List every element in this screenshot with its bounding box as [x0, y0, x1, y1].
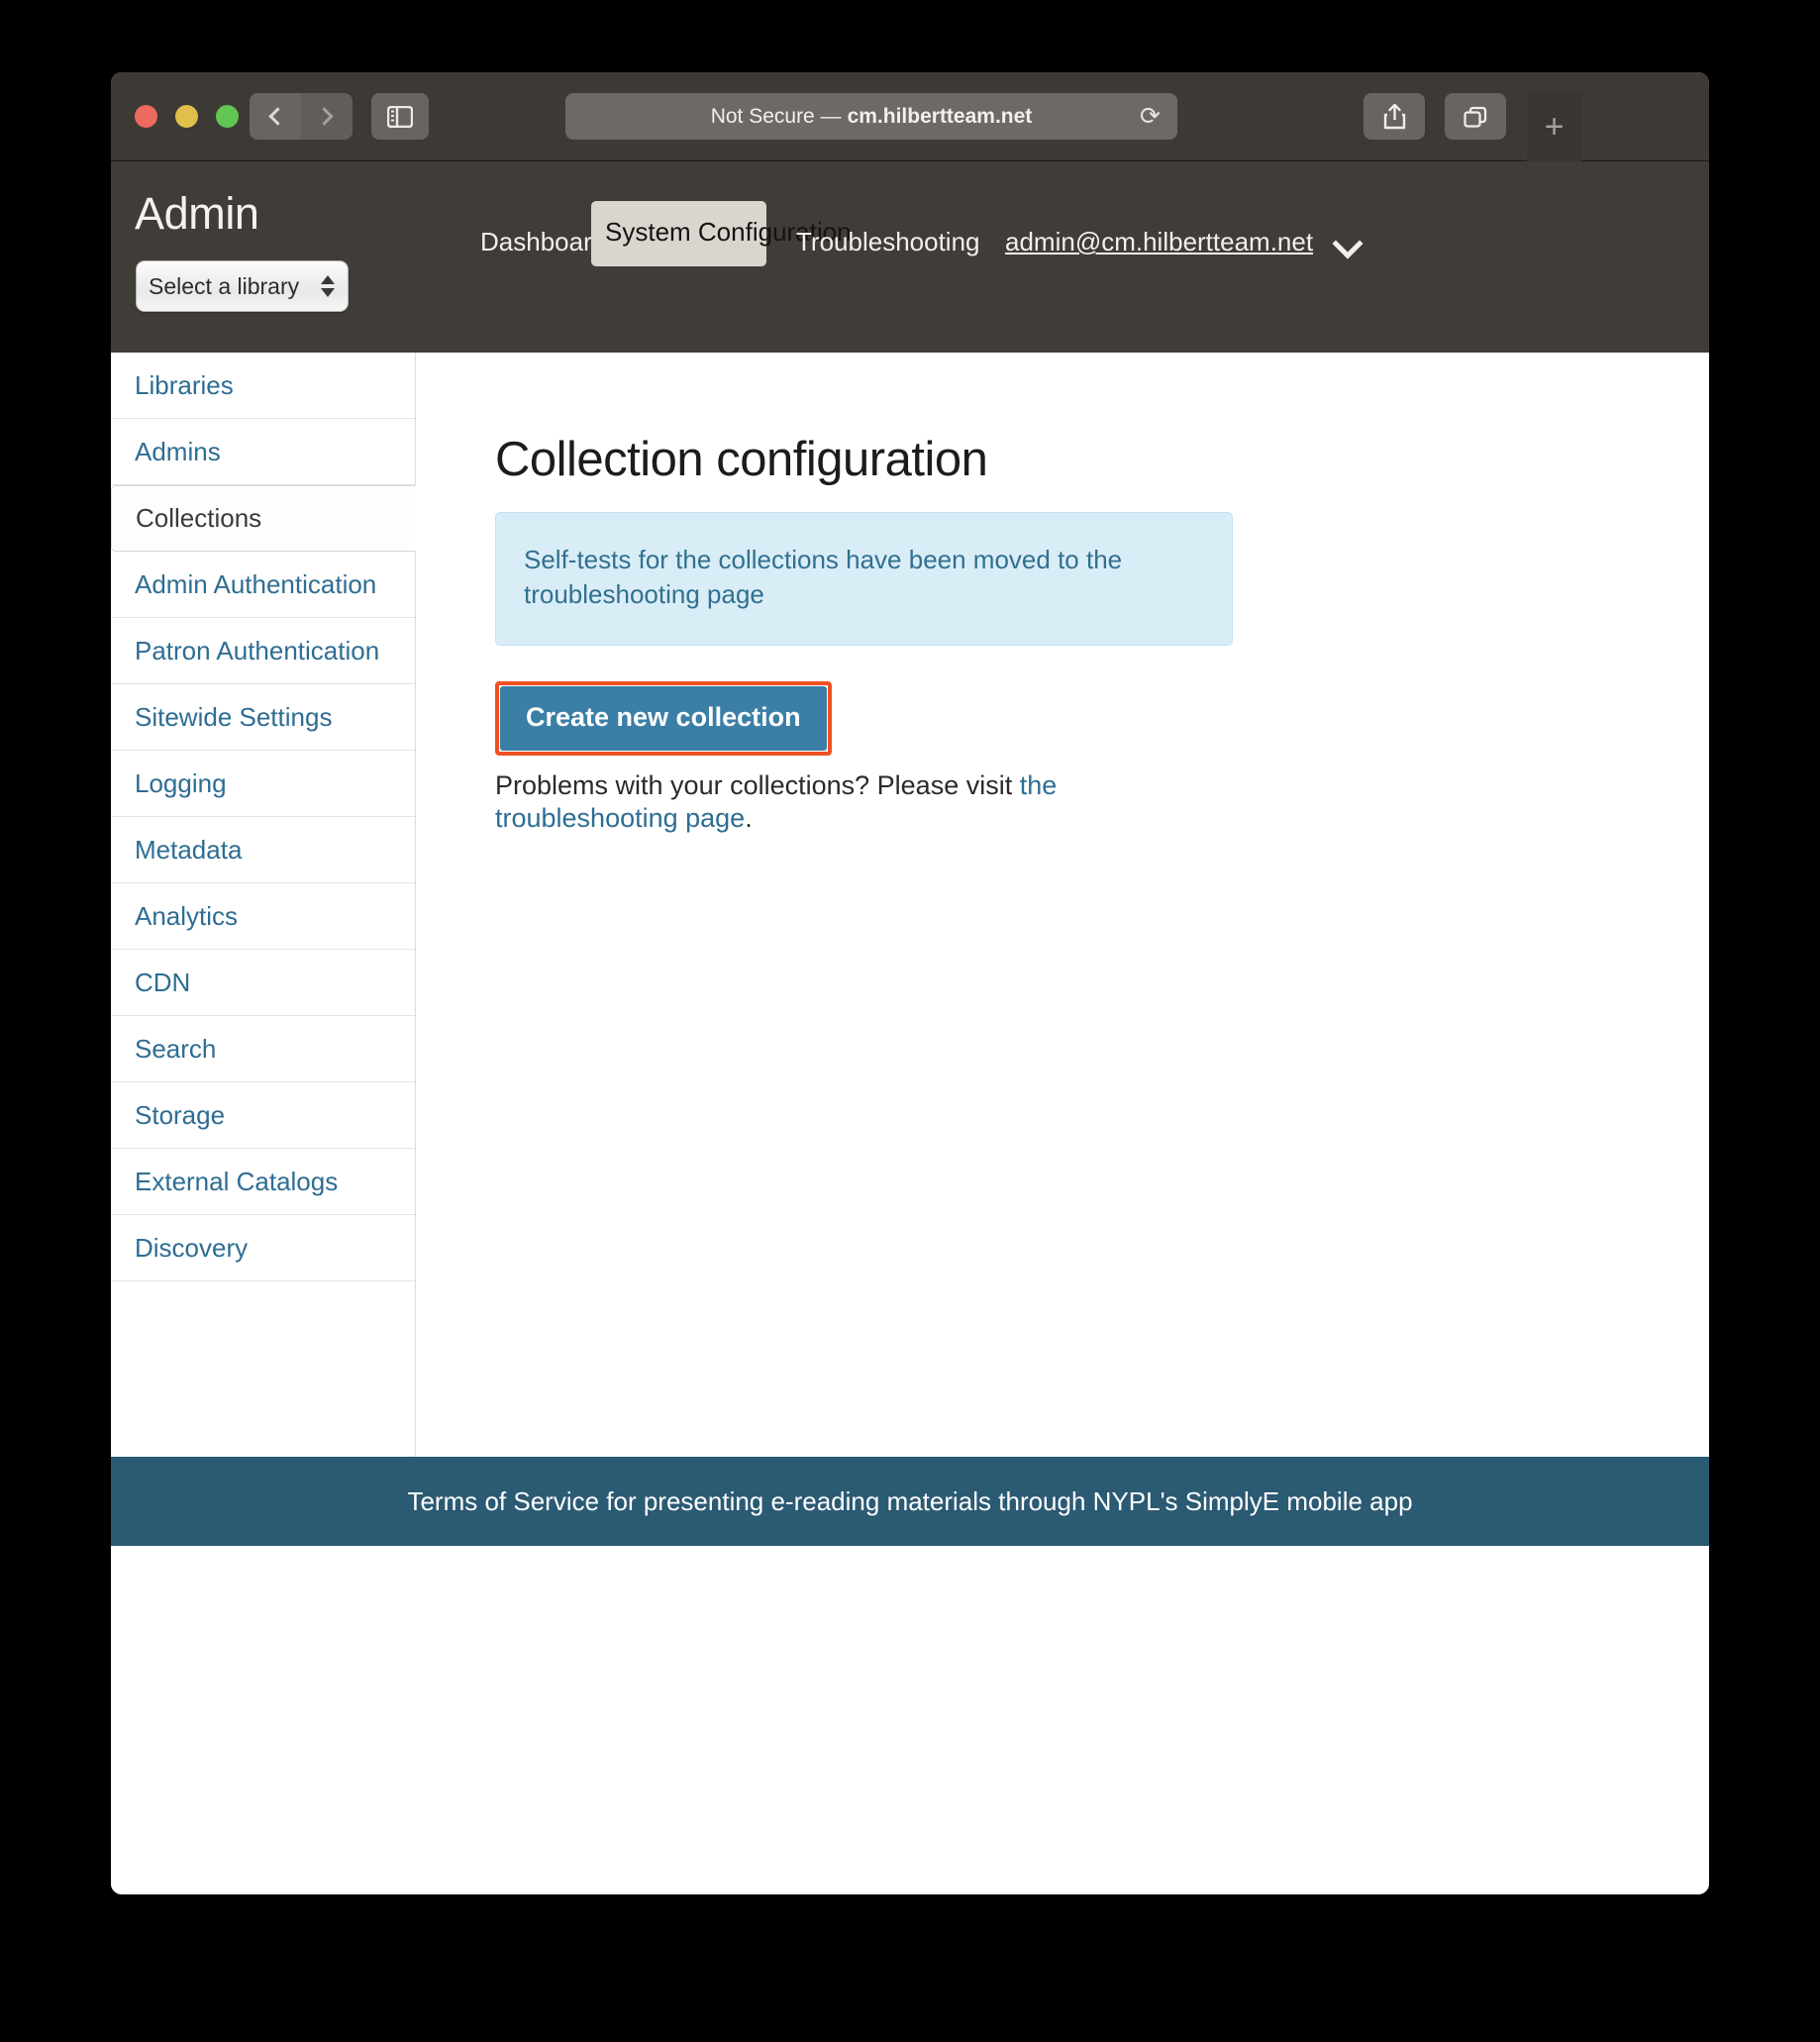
page-blank-area — [111, 1546, 1709, 1894]
sidebar-item-admin-authentication[interactable]: Admin Authentication — [111, 552, 415, 618]
new-tab-label: + — [1544, 108, 1565, 146]
sidebar-item-label: Patron Authentication — [135, 635, 380, 665]
nav-item-system-configuration[interactable]: System Configuration — [591, 201, 852, 267]
help-text-suffix: . — [745, 803, 753, 834]
sidebar-item-collections[interactable]: Collections — [111, 485, 416, 552]
library-select-value: Select a library — [149, 272, 300, 299]
page-title: Collection configuration — [495, 433, 988, 486]
forward-button[interactable] — [301, 93, 353, 140]
sidebar-item-label: Metadata — [135, 834, 243, 865]
sidebar-item-label: Admins — [135, 436, 221, 466]
sidebar-item-analytics[interactable]: Analytics — [111, 883, 415, 950]
close-window-button[interactable] — [135, 105, 157, 128]
sidebar-item-libraries[interactable]: Libraries — [111, 353, 415, 419]
sidebar-item-discovery[interactable]: Discovery — [111, 1215, 415, 1281]
tab-overview-button[interactable] — [1445, 93, 1506, 140]
sidebar-item-label: CDN — [135, 967, 191, 997]
sidebar-item-label: Discovery — [135, 1232, 249, 1263]
nav-item-troubleshooting[interactable]: Troubleshooting — [796, 227, 980, 257]
sidebar-item-sitewide-settings[interactable]: Sitewide Settings — [111, 684, 415, 751]
info-alert: Self-tests for the collections have been… — [495, 512, 1233, 646]
nav-item-account[interactable]: admin@cm.hilbertteam.net — [1005, 227, 1313, 257]
help-text-prefix: Problems with your collections? Please v… — [495, 769, 1020, 800]
sidebar-item-patron-authentication[interactable]: Patron Authentication — [111, 618, 415, 684]
sidebar-item-label: Storage — [135, 1099, 226, 1130]
browser-toolbar: Not Secure — cm.hilbertteam.net ⟳ + — [111, 72, 1709, 161]
sidebar-item-storage[interactable]: Storage — [111, 1082, 415, 1149]
nav-item-dashboard[interactable]: Dashboard — [480, 227, 606, 257]
new-tab-button[interactable]: + — [1527, 93, 1581, 161]
create-collection-highlight: Create new collection — [495, 680, 832, 756]
sidebar-item-label: Analytics — [135, 900, 239, 931]
sidebar-item-admins[interactable]: Admins — [111, 419, 415, 485]
sidebar-toggle-icon — [387, 105, 413, 128]
share-button[interactable] — [1364, 93, 1425, 140]
zoom-window-button[interactable] — [216, 105, 239, 128]
sidebar-item-label: Sitewide Settings — [135, 701, 333, 732]
sidebar-item-label: Collections — [136, 503, 262, 533]
share-icon — [1383, 103, 1405, 130]
sidebar-item-external-catalogs[interactable]: External Catalogs — [111, 1149, 415, 1215]
footer-terms-text: Terms of Service for presenting e-readin… — [407, 1485, 1413, 1516]
main-navigation: Dashboard System Configuration Troublesh… — [477, 161, 1709, 353]
sidebar-item-label: External Catalogs — [135, 1166, 339, 1196]
tab-overview-icon — [1464, 106, 1487, 128]
address-bar[interactable]: Not Secure — cm.hilbertteam.net ⟳ — [565, 93, 1177, 140]
sidebar-item-label: Search — [135, 1033, 217, 1064]
sidebar-item-cdn[interactable]: CDN — [111, 950, 415, 1016]
sidebar-item-metadata[interactable]: Metadata — [111, 817, 415, 883]
app-footer: Terms of Service for presenting e-readin… — [111, 1457, 1709, 1546]
sidebar-item-label: Admin Authentication — [135, 568, 377, 599]
chevron-right-icon — [315, 107, 334, 126]
info-alert-text: Self-tests for the collections have been… — [524, 545, 1123, 610]
window-traffic-lights — [135, 105, 239, 128]
help-text: Problems with your collections? Please v… — [495, 769, 1208, 837]
library-select[interactable]: Select a library — [136, 260, 349, 312]
stepper-updown-icon — [321, 275, 335, 297]
back-button[interactable] — [250, 93, 301, 140]
sidebar-navigation: Libraries Admins Collections Admin Authenti… — [111, 353, 416, 1457]
app-header: Admin Select a library Dashboard System … — [111, 161, 1709, 353]
sidebar-toggle-button[interactable] — [371, 93, 429, 140]
chevron-left-icon — [268, 107, 287, 126]
browser-window: Not Secure — cm.hilbertteam.net ⟳ + Admi… — [111, 72, 1709, 1894]
app-brand-title: Admin — [135, 188, 259, 239]
reload-icon[interactable]: ⟳ — [1140, 104, 1161, 129]
minimize-window-button[interactable] — [175, 105, 198, 128]
chevron-down-icon[interactable] — [1332, 228, 1364, 259]
app-body: Libraries Admins Collections Admin Authenti… — [111, 353, 1709, 1457]
url-security-label: Not Secure — — [710, 104, 842, 128]
create-new-collection-button[interactable]: Create new collection — [500, 685, 827, 751]
sidebar-item-search[interactable]: Search — [111, 1016, 415, 1082]
sidebar-item-label: Libraries — [135, 369, 234, 400]
sidebar-item-logging[interactable]: Logging — [111, 751, 415, 817]
url-host-label: cm.hilbertteam.net — [847, 104, 1033, 128]
main-content: Collection configuration Self-tests for … — [416, 353, 1709, 1457]
sidebar-item-label: Logging — [135, 767, 227, 798]
